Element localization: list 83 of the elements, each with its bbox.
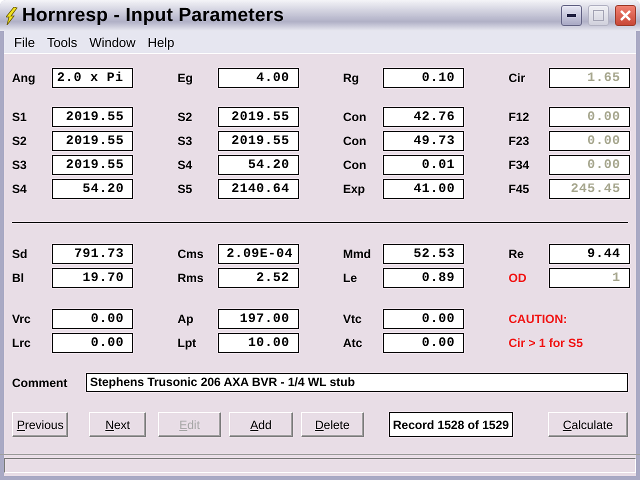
input-field[interactable]: 2.52	[218, 268, 298, 288]
field-label: Vrc	[12, 312, 32, 326]
record-counter: Record 1528 of 1529	[389, 412, 513, 437]
field-label: Ap	[178, 312, 194, 326]
field-label: Eg	[178, 71, 194, 85]
input-field[interactable]: 0.00	[383, 333, 464, 353]
close-icon	[620, 10, 631, 21]
field-label: Le	[343, 271, 358, 285]
input-field[interactable]: 2.0 x Pi	[52, 68, 133, 88]
field-label: Rms	[178, 271, 205, 285]
input-field[interactable]: 197.00	[218, 309, 298, 329]
field-label: S4	[178, 158, 194, 172]
field-label: Con	[343, 110, 368, 124]
field-label: Atc	[343, 336, 364, 350]
field-label: Sd	[12, 247, 28, 261]
input-field[interactable]: 19.70	[52, 268, 133, 288]
previous-button[interactable]: Previous	[12, 412, 68, 437]
input-field[interactable]: 41.00	[383, 179, 464, 199]
input-field[interactable]: 0.10	[383, 68, 464, 88]
field-label: Vtc	[343, 312, 363, 326]
field-label: Bl	[12, 271, 25, 285]
input-field[interactable]: 791.73	[52, 244, 133, 264]
warning-text: Cir > 1 for S5	[508, 336, 584, 350]
input-field[interactable]: 0.00	[383, 309, 464, 329]
action-button[interactable]: Next	[89, 412, 146, 437]
input-field[interactable]: 4.00	[218, 68, 298, 88]
field-label: S4	[12, 182, 28, 196]
input-field[interactable]: 0.00	[52, 333, 133, 353]
input-field[interactable]: 52.53	[383, 244, 464, 264]
input-field[interactable]: 42.76	[383, 107, 464, 127]
field-label: Lrc	[12, 336, 32, 350]
menu-item[interactable]: Window	[85, 34, 143, 50]
field-label: S5	[178, 182, 194, 196]
field-label: Lpt	[178, 336, 198, 350]
input-field[interactable]: 0.01	[383, 155, 464, 175]
field-label: Cms	[178, 247, 205, 261]
minimize-button[interactable]	[561, 5, 582, 26]
field-label: S3	[12, 158, 28, 172]
field-label: Cir	[508, 71, 526, 85]
comment-field[interactable]: Stephens Trusonic 206 AXA BVR - 1/4 WL stub	[86, 373, 628, 392]
input-field[interactable]: 2019.55	[52, 155, 133, 175]
field-label: F12	[508, 110, 530, 124]
field-label: Exp	[343, 182, 366, 196]
maximize-icon	[593, 10, 604, 21]
action-button[interactable]: Calculate	[548, 412, 628, 437]
menu-item[interactable]: File	[10, 34, 42, 50]
input-field[interactable]: 2140.64	[218, 179, 298, 199]
field-label: F23	[508, 134, 530, 148]
input-field[interactable]: 9.44	[548, 244, 630, 264]
field-label: S2	[12, 134, 28, 148]
comment-label: Comment	[12, 376, 68, 390]
field-label: Rg	[343, 71, 360, 85]
input-field[interactable]: 54.20	[52, 179, 133, 199]
field-label: Con	[343, 134, 368, 148]
field-label: Re	[508, 247, 525, 261]
field-label: F34	[508, 158, 530, 172]
close-button[interactable]	[615, 5, 636, 26]
field-label: OD	[508, 271, 528, 285]
input-field[interactable]: 0.89	[383, 268, 464, 288]
field-label: S1	[12, 110, 28, 124]
field-label: S3	[178, 134, 194, 148]
action-button[interactable]: Add	[229, 412, 293, 437]
input-field[interactable]: 2019.55	[52, 131, 133, 151]
menu-item[interactable]: Tools	[42, 34, 84, 50]
minimize-icon	[567, 14, 576, 17]
action-button[interactable]: Delete	[300, 412, 364, 437]
warning-text: CAUTION:	[508, 312, 568, 326]
input-field[interactable]: 2.09E-04	[218, 244, 298, 264]
input-field[interactable]: 2019.55	[218, 107, 298, 127]
field-label: S2	[178, 110, 194, 124]
field-label: Con	[343, 158, 368, 172]
input-field[interactable]: 0.00	[52, 309, 133, 329]
field-label: F45	[508, 182, 530, 196]
input-field[interactable]: 2019.55	[52, 107, 133, 127]
menu-item[interactable]: Help	[144, 34, 182, 50]
field-label: Ang	[12, 71, 36, 85]
lightning-icon	[6, 6, 18, 24]
input-field[interactable]: 2019.55	[218, 131, 298, 151]
input-field[interactable]: 10.00	[218, 333, 298, 353]
input-field[interactable]: 54.20	[218, 155, 298, 175]
input-field[interactable]: 49.73	[383, 131, 464, 151]
window-title: Hornresp - Input Parameters	[22, 4, 285, 26]
field-label: Mmd	[343, 247, 372, 261]
